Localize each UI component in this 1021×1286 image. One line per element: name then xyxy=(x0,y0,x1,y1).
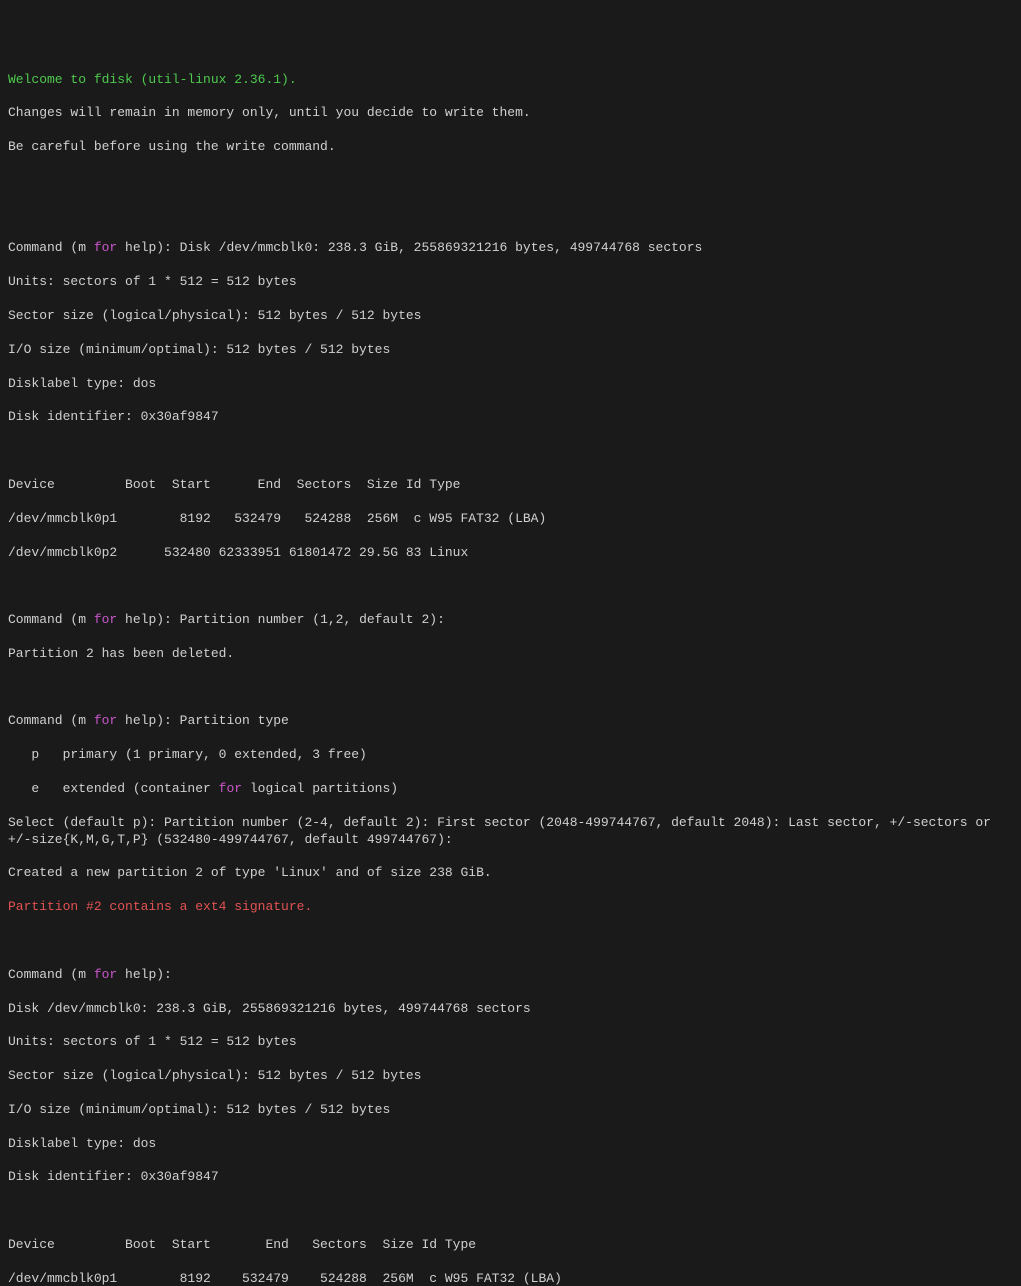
warning-line-2: Be careful before using the write comman… xyxy=(8,139,1013,156)
cmd-suffix: help): Partition number (1,2, default 2)… xyxy=(117,612,452,627)
cmd-suffix: help): Disk /dev/mmcblk0: 238.3 GiB, 255… xyxy=(117,240,702,255)
for-keyword: for xyxy=(94,967,117,982)
partition-table-header: Device Boot Start End Sectors Size Id Ty… xyxy=(8,477,1013,494)
extended-option: e extended (container for logical partit… xyxy=(8,781,1013,798)
cmd-prefix: Command (m xyxy=(8,713,94,728)
blank xyxy=(8,173,1013,190)
sector-size-line-2: Sector size (logical/physical): 512 byte… xyxy=(8,1068,1013,1085)
cmd-prefix: Command (m xyxy=(8,967,94,982)
cmd-prefix: Command (m xyxy=(8,612,94,627)
partition-row-1: /dev/mmcblk0p1 8192 532479 524288 256M c… xyxy=(8,511,1013,528)
disk-info-2: Disk /dev/mmcblk0: 238.3 GiB, 2558693212… xyxy=(8,1001,1013,1018)
units-line-2: Units: sectors of 1 * 512 = 512 bytes xyxy=(8,1034,1013,1051)
primary-option: p primary (1 primary, 0 extended, 3 free… xyxy=(8,747,1013,764)
partition-row-2: /dev/mmcblk0p2 532480 62333951 61801472 … xyxy=(8,545,1013,562)
blank xyxy=(8,578,1013,595)
units-line: Units: sectors of 1 * 512 = 512 bytes xyxy=(8,274,1013,291)
diskid-line: Disk identifier: 0x30af9847 xyxy=(8,409,1013,426)
disklabel-line: Disklabel type: dos xyxy=(8,376,1013,393)
disklabel-line-2: Disklabel type: dos xyxy=(8,1136,1013,1153)
diskid-line-2: Disk identifier: 0x30af9847 xyxy=(8,1169,1013,1186)
cmd-suffix: help): Partition type xyxy=(117,713,289,728)
for-keyword: for xyxy=(219,781,242,796)
partition-table-header-2: Device Boot Start End Sectors Size Id Ty… xyxy=(8,1237,1013,1254)
deleted-line: Partition 2 has been deleted. xyxy=(8,646,1013,663)
blank xyxy=(8,1203,1013,1220)
warning-line-1: Changes will remain in memory only, unti… xyxy=(8,105,1013,122)
cmd-suffix: help): xyxy=(117,967,179,982)
ext-suffix: logical partitions) xyxy=(242,781,398,796)
signature-warning: Partition #2 contains a ext4 signature. xyxy=(8,899,1013,916)
command-line-4: Command (m for help): xyxy=(8,967,1013,984)
for-keyword: for xyxy=(94,240,117,255)
command-line-1: Command (m for help): Disk /dev/mmcblk0:… xyxy=(8,240,1013,257)
sector-size-line: Sector size (logical/physical): 512 byte… xyxy=(8,308,1013,325)
partition-row-1b: /dev/mmcblk0p1 8192 532479 524288 256M c… xyxy=(8,1271,1013,1286)
blank xyxy=(8,207,1013,224)
welcome-line: Welcome to fdisk (util-linux 2.36.1). xyxy=(8,72,1013,89)
blank xyxy=(8,680,1013,697)
ext-prefix: e extended (container xyxy=(8,781,219,796)
select-line: Select (default p): Partition number (2-… xyxy=(8,815,1013,849)
created-line: Created a new partition 2 of type 'Linux… xyxy=(8,865,1013,882)
io-size-line-2: I/O size (minimum/optimal): 512 bytes / … xyxy=(8,1102,1013,1119)
blank xyxy=(8,933,1013,950)
for-keyword: for xyxy=(94,713,117,728)
command-line-2: Command (m for help): Partition number (… xyxy=(8,612,1013,629)
for-keyword: for xyxy=(94,612,117,627)
blank xyxy=(8,443,1013,460)
cmd-prefix: Command (m xyxy=(8,240,94,255)
command-line-3: Command (m for help): Partition type xyxy=(8,713,1013,730)
io-size-line: I/O size (minimum/optimal): 512 bytes / … xyxy=(8,342,1013,359)
